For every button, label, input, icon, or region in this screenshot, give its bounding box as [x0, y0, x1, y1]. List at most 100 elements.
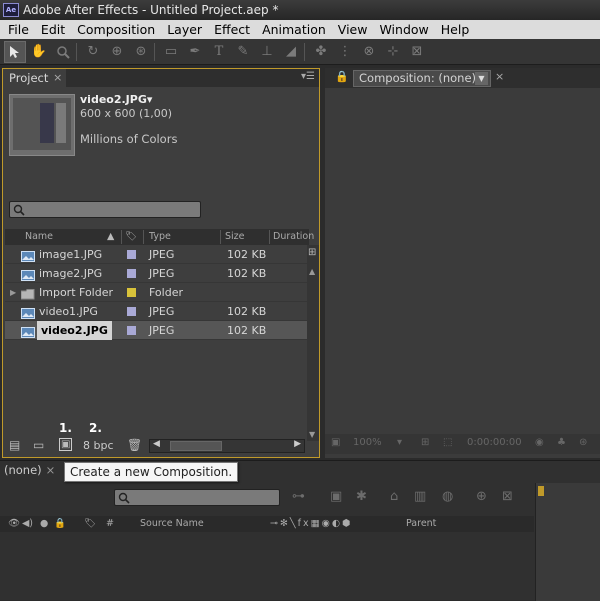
color-icon[interactable]: ⊛: [579, 437, 587, 448]
world-axis-icon[interactable]: ⊹: [382, 41, 404, 63]
column-name[interactable]: Name: [25, 229, 53, 245]
bit-depth-label[interactable]: 8 bpc: [83, 439, 114, 452]
rotate-tool-icon[interactable]: ↻: [82, 41, 104, 63]
label-tag-icon[interactable]: 🏷: [84, 516, 96, 532]
timecode[interactable]: 0:00:00:00: [467, 437, 522, 448]
zoom-level[interactable]: 100%: [353, 437, 382, 448]
roto-brush-tool-icon[interactable]: ⋮: [334, 41, 356, 63]
scroll-left-icon[interactable]: ◀: [153, 439, 160, 449]
menu-animation[interactable]: Animation: [256, 22, 332, 37]
file-row[interactable]: image2.JPG JPEG 102 KB: [5, 264, 309, 283]
pan-behind-tool-icon[interactable]: ⊛: [130, 41, 152, 63]
brush-tool-icon[interactable]: ✎: [232, 41, 254, 63]
brainstorm-icon[interactable]: ⊠: [502, 489, 513, 504]
time-ruler[interactable]: [535, 483, 600, 601]
file-name[interactable]: image2.JPG: [39, 264, 102, 283]
eraser-tool-icon[interactable]: ◢: [280, 41, 302, 63]
column-source-name[interactable]: Source Name: [140, 516, 204, 532]
close-icon[interactable]: ×: [53, 69, 62, 87]
view-axis-icon[interactable]: ⊠: [406, 41, 428, 63]
menu-view[interactable]: View: [332, 22, 374, 37]
live-update-icon[interactable]: ▣: [330, 489, 342, 504]
file-row[interactable]: video1.JPG JPEG 102 KB: [5, 302, 309, 321]
close-icon[interactable]: ×: [46, 463, 56, 477]
hand-tool-icon[interactable]: ✋: [28, 41, 50, 63]
label-color-swatch[interactable]: [127, 326, 136, 335]
camera-tool-icon[interactable]: ⊕: [106, 41, 128, 63]
menu-composition[interactable]: Composition: [71, 22, 161, 37]
column-type[interactable]: Type: [149, 229, 171, 245]
new-composition-icon[interactable]: ▣: [59, 438, 73, 451]
file-name[interactable]: video1.JPG: [39, 302, 98, 321]
mask-icon[interactable]: ⬚: [443, 437, 452, 448]
file-row[interactable]: image1.JPG JPEG 102 KB: [5, 245, 309, 264]
lock-icon[interactable]: 🔒: [335, 70, 349, 83]
menu-help[interactable]: Help: [435, 22, 476, 37]
file-row[interactable]: video2.JPG JPEG 102 KB: [5, 321, 309, 340]
project-search-input[interactable]: [9, 201, 201, 218]
file-name[interactable]: Import Folder: [39, 283, 113, 302]
file-name[interactable]: image1.JPG: [39, 245, 102, 264]
file-list-scrollbar[interactable]: ▲ ▼: [307, 245, 319, 441]
menu-layer[interactable]: Layer: [161, 22, 208, 37]
preview-file-name[interactable]: video2.JPG▾: [80, 93, 152, 106]
file-name[interactable]: video2.JPG: [37, 321, 112, 340]
menu-effect[interactable]: Effect: [208, 22, 256, 37]
column-size[interactable]: Size: [225, 229, 245, 245]
scroll-up-icon[interactable]: ▲: [309, 267, 315, 276]
scroll-right-icon[interactable]: ▶: [294, 439, 301, 449]
menu-file[interactable]: File: [2, 22, 35, 37]
expand-arrow-icon[interactable]: ▶: [10, 283, 16, 302]
graph-editor-icon[interactable]: ⊕: [476, 489, 487, 504]
trash-icon[interactable]: 🗑: [127, 438, 142, 452]
new-folder-icon[interactable]: ▭: [33, 438, 44, 452]
draft-3d-icon[interactable]: ✱: [356, 489, 367, 504]
type-tool-icon[interactable]: T: [208, 41, 230, 63]
motion-blur-icon[interactable]: ◍: [442, 489, 453, 504]
label-color-swatch[interactable]: [127, 250, 136, 259]
frame-blending-icon[interactable]: ▥: [414, 489, 426, 504]
flowchart-icon[interactable]: ⊞: [308, 247, 316, 258]
column-duration[interactable]: Duration: [273, 229, 314, 245]
lock-icon[interactable]: 🔒: [54, 516, 66, 532]
channel-icon[interactable]: ♣: [557, 437, 566, 448]
chevron-down-icon[interactable]: ▼: [475, 72, 488, 85]
solo-switch-icon[interactable]: ●: [40, 516, 48, 532]
horizontal-scrollbar[interactable]: ◀ ▶: [149, 439, 305, 453]
region-icon[interactable]: ▣: [331, 437, 340, 448]
sort-arrow-icon[interactable]: ▲: [107, 229, 114, 245]
column-parent[interactable]: Parent: [406, 516, 436, 532]
selection-tool-icon[interactable]: [4, 40, 26, 63]
label-color-swatch[interactable]: [127, 307, 136, 316]
pen-tool-icon[interactable]: ✒: [184, 41, 206, 63]
column-number[interactable]: #: [106, 516, 114, 532]
timeline-search-input[interactable]: [114, 489, 280, 506]
chevron-down-icon[interactable]: ▾: [397, 437, 402, 448]
grid-icon[interactable]: ⊞: [421, 437, 429, 448]
hide-shy-layers-icon[interactable]: ⌂: [390, 489, 398, 504]
tab-timeline[interactable]: (none) ×: [4, 463, 55, 477]
clone-stamp-tool-icon[interactable]: ⊥: [256, 41, 278, 63]
puppet-tool-icon[interactable]: ✤: [310, 41, 332, 63]
camera-icon[interactable]: ◉: [535, 437, 544, 448]
audio-switch-icon[interactable]: ◀): [22, 516, 33, 532]
interpret-footage-icon[interactable]: ▤: [9, 438, 20, 452]
menu-edit[interactable]: Edit: [35, 22, 71, 37]
local-axis-icon[interactable]: ⊗: [358, 41, 380, 63]
layer-switches-icon[interactable]: ⊸✻╲fx▦◉◐⬢: [270, 516, 352, 532]
label-color-swatch[interactable]: [127, 269, 136, 278]
close-icon[interactable]: ×: [495, 70, 504, 83]
scroll-thumb[interactable]: [170, 441, 222, 451]
rectangle-tool-icon[interactable]: ▭: [160, 41, 182, 63]
zoom-tool-icon[interactable]: [52, 41, 74, 63]
comp-mini-flowchart-icon[interactable]: ⊶: [292, 489, 305, 504]
panel-menu-icon[interactable]: ▾☰: [301, 71, 315, 82]
video-switch-icon[interactable]: 👁: [8, 516, 20, 532]
file-row[interactable]: ▶ Import Folder Folder: [5, 283, 309, 302]
menu-window[interactable]: Window: [373, 22, 434, 37]
work-area-marker[interactable]: [538, 486, 544, 496]
label-tag-icon[interactable]: 🏷: [125, 229, 137, 245]
tab-project[interactable]: Project ×: [3, 69, 67, 87]
label-color-swatch[interactable]: [127, 288, 136, 297]
tab-composition[interactable]: Composition: (none) ▼: [353, 70, 491, 87]
